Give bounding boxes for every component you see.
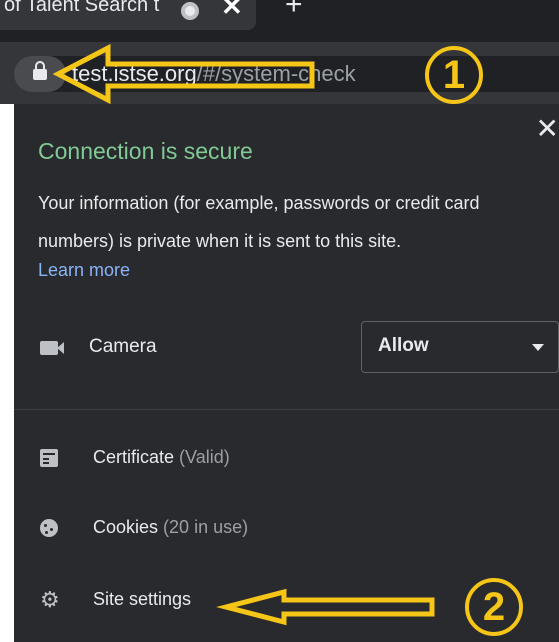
site-info-button[interactable] bbox=[14, 56, 66, 92]
url-path: /#/system-check bbox=[196, 61, 356, 86]
site-info-popup: ✕ Connection is secure Your information … bbox=[14, 104, 559, 642]
certificate-label: Certificate bbox=[93, 447, 175, 467]
camera-permission-value: Allow bbox=[378, 335, 429, 356]
tab-title: of Talent Search t bbox=[4, 0, 160, 16]
divider bbox=[14, 409, 559, 410]
camera-permission-label: Camera bbox=[89, 336, 157, 357]
cookies-text: Cookies (20 in use) bbox=[93, 517, 248, 538]
tab-close-button[interactable]: ✕ bbox=[221, 0, 243, 22]
gear-icon: ⚙ bbox=[40, 587, 60, 612]
url-text[interactable]: test.istse.org/#/system-check bbox=[72, 61, 356, 87]
lock-icon bbox=[33, 61, 47, 80]
new-tab-button[interactable]: + bbox=[285, 0, 303, 22]
cookies-label: Cookies bbox=[93, 517, 159, 537]
certificate-icon bbox=[40, 449, 58, 467]
certificate-status: (Valid) bbox=[179, 447, 230, 467]
learn-more-link[interactable]: Learn more bbox=[38, 260, 130, 281]
connection-description: Your information (for example, passwords… bbox=[38, 193, 480, 251]
site-settings-label: Site settings bbox=[93, 589, 192, 609]
cookies-item[interactable]: Cookies (20 in use) bbox=[14, 505, 559, 555]
annotation-marker-2: 2 bbox=[465, 578, 523, 636]
cookies-status: (20 in use) bbox=[163, 517, 249, 537]
camera-permission-select[interactable]: Allow bbox=[361, 321, 559, 373]
media-indicator-icon bbox=[181, 2, 199, 20]
cookie-icon bbox=[40, 519, 58, 537]
certificate-item[interactable]: Certificate (Valid) bbox=[14, 435, 559, 485]
annotation-marker-1: 1 bbox=[425, 46, 483, 104]
tab-strip: of Talent Search t ✕ + bbox=[0, 0, 559, 42]
connection-status-title: Connection is secure bbox=[38, 138, 253, 164]
url-host: test.istse.org bbox=[72, 61, 197, 86]
chevron-down-icon bbox=[532, 344, 544, 351]
certificate-text: Certificate (Valid) bbox=[93, 447, 230, 468]
camera-icon bbox=[40, 341, 64, 355]
close-icon[interactable]: ✕ bbox=[536, 112, 559, 145]
browser-tab[interactable]: of Talent Search t ✕ bbox=[0, 0, 256, 30]
